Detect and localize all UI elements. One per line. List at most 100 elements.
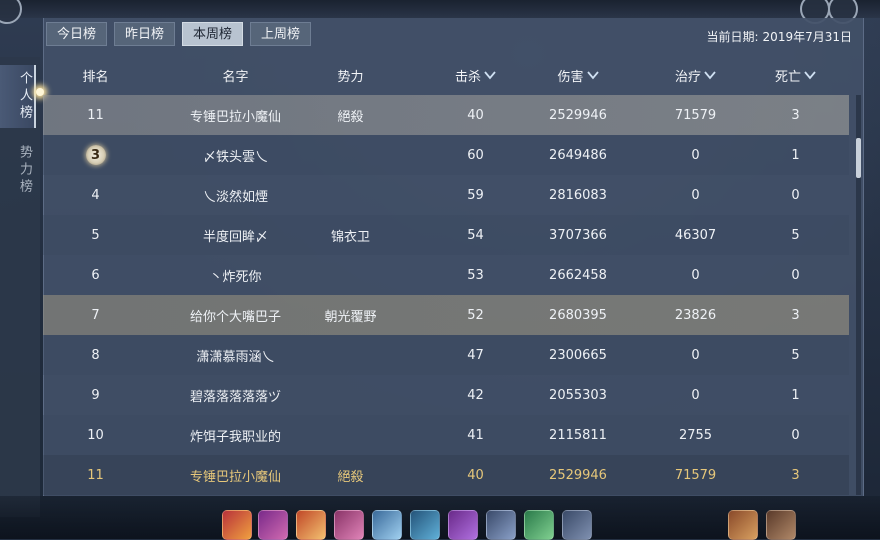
- skill-icon[interactable]: [410, 510, 440, 540]
- faction-cell: 絕殺: [288, 95, 413, 135]
- rank-cell-text: 11: [87, 107, 104, 123]
- skill-icon[interactable]: [372, 510, 402, 540]
- deaths-cell-text: 3: [791, 307, 800, 323]
- deaths-cell: 3: [738, 455, 853, 495]
- deaths-cell: 3: [738, 295, 853, 335]
- chevron-down-icon: [484, 71, 496, 80]
- period-tabs: 今日榜 昨日榜 本周榜 上周榜: [46, 22, 312, 46]
- deaths-cell-text: 3: [791, 107, 800, 123]
- faction-cell-text: 朝光覆野: [324, 309, 377, 325]
- rank-cell-text: 5: [91, 227, 100, 243]
- table-row[interactable]: 4 乀淡然如煙 59 2816083 0 0: [43, 175, 849, 215]
- damage-cell-text: 2529946: [549, 107, 607, 123]
- deaths-cell-text: 0: [791, 267, 800, 283]
- skill-icon[interactable]: [766, 510, 796, 540]
- tab-this-week[interactable]: 本周榜: [182, 22, 244, 46]
- healing-cell-text: 23826: [674, 307, 717, 323]
- side-nav: 个人榜 势力榜: [0, 57, 40, 517]
- damage-cell-text: 2662458: [549, 267, 607, 283]
- table-row[interactable]: 11 专锤巴拉小魔仙 絕殺 40 2529946 71579 3: [43, 95, 849, 135]
- table-row[interactable]: 3 〆铁头雲乀 60 2649486 0 1: [43, 135, 849, 175]
- table-row[interactable]: 11 专锤巴拉小魔仙 絕殺 40 2529946 71579 3: [43, 455, 849, 495]
- scrollbar-thumb[interactable]: [856, 138, 861, 178]
- deaths-cell-text: 1: [791, 387, 800, 403]
- faction-cell-text: 絕殺: [337, 109, 364, 125]
- skill-icon[interactable]: [448, 510, 478, 540]
- deaths-cell: 0: [738, 255, 853, 295]
- header-deaths-sort[interactable]: 死亡: [738, 58, 853, 92]
- table-row[interactable]: 5 半度回眸〆 锦衣卫 54 3707366 46307 5: [43, 215, 849, 255]
- leaderboard-rows: 11 专锤巴拉小魔仙 絕殺 40 2529946 71579 3 3 〆铁头雲乀 6 0 264948…: [43, 95, 849, 495]
- rank-cell: 10: [43, 415, 148, 455]
- current-date-value: 2019年7月31日: [762, 30, 852, 44]
- faction-cell: [288, 415, 413, 455]
- rank-cell-text: 11: [87, 467, 104, 483]
- name-cell-text: 〆铁头雲乀: [202, 149, 268, 165]
- deaths-cell: 1: [738, 375, 853, 415]
- rank-cell-text: 10: [87, 427, 104, 443]
- rank-cell: 8: [43, 335, 148, 375]
- kills-cell-text: 40: [467, 467, 484, 483]
- header-faction: 势力: [337, 69, 364, 85]
- faction-cell-text: 絕殺: [337, 469, 364, 485]
- name-cell-text: 半度回眸〆: [202, 229, 268, 245]
- table-row[interactable]: 9 碧落落落落落ヅ 42 2055303 0 1: [43, 375, 849, 415]
- deaths-cell-text: 3: [791, 467, 800, 483]
- faction-cell: 锦衣卫: [288, 215, 413, 255]
- skill-icon[interactable]: [296, 510, 326, 540]
- skill-icon[interactable]: [486, 510, 516, 540]
- skill-icon[interactable]: [562, 510, 592, 540]
- faction-cell: 朝光覆野: [288, 295, 413, 335]
- tab-today[interactable]: 今日榜: [46, 22, 108, 46]
- scrollbar[interactable]: [856, 95, 861, 495]
- table-header: 排名 名字 势力 击杀 伤害 治疗 死亡: [43, 58, 849, 92]
- tab-last-week[interactable]: 上周榜: [250, 22, 312, 46]
- faction-cell: [288, 255, 413, 295]
- chevron-down-icon: [804, 71, 816, 80]
- name-cell-text: 给你个大嘴巴子: [189, 309, 281, 325]
- rank-cell-text: 9: [91, 387, 100, 403]
- rank-cell-text: 8: [91, 347, 100, 363]
- damage-cell-text: 2816083: [549, 187, 607, 203]
- healing-cell-text: 0: [691, 267, 700, 283]
- header-rank: 排名: [82, 69, 109, 85]
- table-row[interactable]: 6 丶炸死你 53 2662458 0 0: [43, 255, 849, 295]
- name-cell-text: 碧落落落落落ヅ: [189, 389, 281, 405]
- rank-cell-text: 6: [91, 267, 100, 283]
- kills-cell-text: 54: [467, 227, 484, 243]
- table-row[interactable]: 8 潇潇慕雨涵乀 47 2300665 0 5: [43, 335, 849, 375]
- side-tab-faction[interactable]: 势力榜: [0, 139, 34, 202]
- skill-icon[interactable]: [334, 510, 364, 540]
- damage-cell-text: 3707366: [549, 227, 607, 243]
- skill-icon[interactable]: [524, 510, 554, 540]
- kills-cell-text: 42: [467, 387, 484, 403]
- deaths-cell: 0: [738, 415, 853, 455]
- current-date-label: 当前日期:: [706, 30, 759, 44]
- rank-cell: 3: [43, 135, 148, 175]
- faction-cell: [288, 135, 413, 175]
- skill-icon[interactable]: [222, 510, 252, 540]
- kills-cell-text: 53: [467, 267, 484, 283]
- side-tab-personal[interactable]: 个人榜: [0, 65, 36, 128]
- skill-icon[interactable]: [258, 510, 288, 540]
- kills-cell-text: 52: [467, 307, 484, 323]
- tab-yesterday[interactable]: 昨日榜: [114, 22, 176, 46]
- name-cell-text: 丶炸死你: [209, 269, 262, 285]
- deaths-cell: 1: [738, 135, 853, 175]
- name-cell-text: 专锤巴拉小魔仙: [189, 469, 281, 485]
- rank-cell: 6: [43, 255, 148, 295]
- healing-cell-text: 0: [691, 387, 700, 403]
- deaths-cell: 0: [738, 175, 853, 215]
- name-cell-text: 潇潇慕雨涵乀: [196, 349, 275, 365]
- table-row[interactable]: 7 给你个大嘴巴子 朝光覆野 52 2680395 23826 3: [43, 295, 849, 335]
- deaths-cell: 3: [738, 95, 853, 135]
- healing-cell-text: 71579: [674, 107, 717, 123]
- damage-cell-text: 2649486: [549, 147, 607, 163]
- rank-cell: 5: [43, 215, 148, 255]
- rank-cell: 11: [43, 455, 148, 495]
- deaths-cell-text: 0: [791, 187, 800, 203]
- skill-icon[interactable]: [728, 510, 758, 540]
- window-title-strip: [0, 0, 880, 18]
- table-row[interactable]: 10 炸饵子我职业的 41 2115811 2755 0: [43, 415, 849, 455]
- healing-cell-text: 0: [691, 147, 700, 163]
